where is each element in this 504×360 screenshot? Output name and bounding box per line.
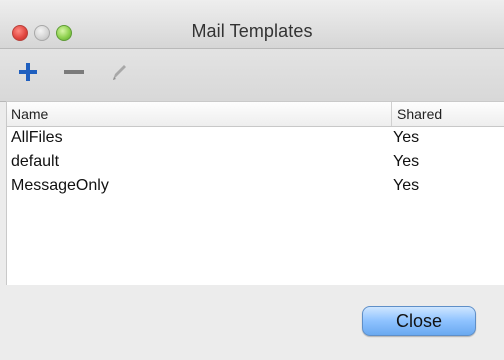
- template-shared-cell: Yes: [393, 129, 420, 146]
- table-header: Name Shared: [7, 102, 504, 127]
- mail-templates-window: Mail Templates Name Shared AllFiles Yes …: [0, 0, 504, 360]
- column-header-name[interactable]: Name: [11, 106, 48, 122]
- window-title: Mail Templates: [191, 21, 313, 41]
- column-header-shared[interactable]: Shared: [397, 106, 442, 122]
- plus-icon: [19, 63, 37, 81]
- table-row[interactable]: AllFiles Yes: [7, 128, 504, 151]
- template-shared-cell: Yes: [393, 153, 420, 170]
- minus-icon: [64, 70, 84, 74]
- table-row[interactable]: MessageOnly Yes: [7, 176, 504, 199]
- template-name-cell: AllFiles: [11, 129, 63, 146]
- title-bar: Mail Templates: [0, 0, 504, 49]
- templates-table: Name Shared AllFiles Yes default Yes Mes…: [6, 101, 504, 286]
- close-button[interactable]: Close: [362, 306, 476, 336]
- table-row[interactable]: default Yes: [7, 152, 504, 175]
- template-shared-cell: Yes: [393, 177, 420, 194]
- template-name-cell: default: [11, 153, 60, 170]
- add-template-button[interactable]: [16, 60, 40, 84]
- pencil-icon: [113, 65, 126, 80]
- template-name-cell: MessageOnly: [11, 177, 109, 194]
- edit-template-button[interactable]: [107, 60, 131, 84]
- remove-template-button[interactable]: [62, 60, 86, 84]
- column-divider[interactable]: [391, 102, 392, 126]
